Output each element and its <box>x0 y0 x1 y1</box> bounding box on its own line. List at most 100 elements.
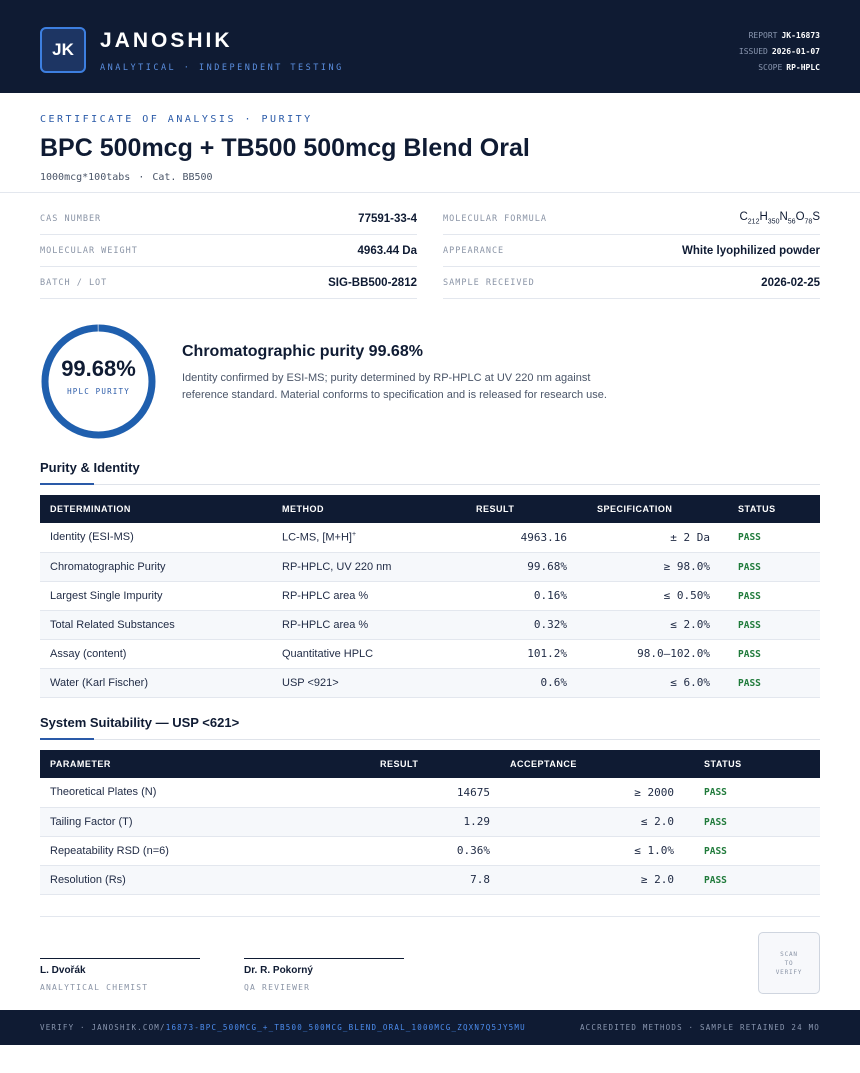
product-subline: 1000mcg*100tabs · Cat. BB500 <box>40 172 213 183</box>
meta-value: 4963.44 Da <box>357 244 417 257</box>
result-cell: 101.2% <box>462 639 577 669</box>
spec-cell: ≤ 6.0% <box>577 668 720 698</box>
column-header: SPECIFICATION <box>597 504 673 514</box>
result-cell: 14675 <box>370 778 500 808</box>
status-cell: PASS <box>720 523 820 553</box>
result-cell: 0.16% <box>462 581 577 611</box>
section-accent <box>40 738 94 740</box>
verify-qr-placeholder[interactable]: SCAN TO VERIFY <box>758 932 820 994</box>
report-label: REPORT <box>748 31 778 40</box>
pass-badge: PASS <box>704 787 727 799</box>
report-footer: VERIFY · JANOSHIK.COM/16873-BPC_500MCG_+… <box>0 1010 860 1045</box>
verify-prefix: VERIFY · JANOSHIK.COM/ <box>40 1023 166 1032</box>
status-cell: PASS <box>684 836 820 866</box>
footer-note: ACCREDITED METHODS · SAMPLE RETAINED 24 … <box>579 1023 820 1032</box>
meta-appearance: APPEARANCE White lyophilized powder <box>443 235 820 267</box>
table-row: Assay (content) Quantitative HPLC 101.2%… <box>40 639 820 669</box>
parameter-cell: Tailing Factor (T) <box>40 807 370 837</box>
signature-name: Dr. R. Pokorný <box>244 965 313 976</box>
meta-label: APPEARANCE <box>443 245 505 256</box>
result-cell: 4963.16 <box>462 523 577 553</box>
pass-badge: PASS <box>738 619 761 631</box>
pass-badge: PASS <box>738 677 761 689</box>
table-row: Repeatability RSD (n=6) 0.36% ≤ 1.0% PAS… <box>40 836 820 866</box>
spec-cell: ± 2 Da <box>577 523 720 553</box>
status-cell: PASS <box>720 639 820 669</box>
section-title-suitability: System Suitability — USP <621> <box>40 715 240 730</box>
column-header: METHOD <box>282 504 324 514</box>
section-rule <box>40 739 820 740</box>
brand-name: JANOSHIK <box>100 29 233 52</box>
brand-tagline: ANALYTICAL · INDEPENDENT TESTING <box>100 63 344 73</box>
meta-value: 2026-02-25 <box>761 276 820 289</box>
method-cell: RP-HPLC, UV 220 nm <box>272 552 462 582</box>
issued-label: ISSUED <box>738 47 768 56</box>
meta-label: BATCH / LOT <box>40 277 108 288</box>
report-number: JK-16873 <box>781 31 820 40</box>
result-cell: 1.29 <box>370 807 500 837</box>
column-header: ACCEPTANCE <box>510 759 577 769</box>
method-cell: RP-HPLC area % <box>272 581 462 611</box>
section-rule <box>40 484 820 485</box>
status-cell: PASS <box>684 865 820 895</box>
table-row: Tailing Factor (T) 1.29 ≤ 2.0 PASS <box>40 807 820 837</box>
table-header-row: PARAMETER RESULT ACCEPTANCE STATUS <box>40 750 820 778</box>
purity-percent: 99.68% <box>61 356 136 381</box>
determination-cell: Identity (ESI-MS) <box>40 523 272 553</box>
spec-cell: ≥ 98.0% <box>577 552 720 582</box>
spec-cell: 98.0–102.0% <box>577 639 720 669</box>
section-accent <box>40 483 94 485</box>
qr-text: SCAN <box>780 950 798 958</box>
signature-role: ANALYTICAL CHEMIST <box>40 983 149 992</box>
parameter-cell: Resolution (Rs) <box>40 865 370 895</box>
column-header: PARAMETER <box>50 759 111 769</box>
purity-ring-label: HPLC PURITY <box>67 387 130 396</box>
status-cell: PASS <box>684 778 820 808</box>
status-cell: PASS <box>720 581 820 611</box>
summary-title: Chromatographic purity 99.68% <box>182 343 423 360</box>
meta-value: 77591-33-4 <box>358 212 417 225</box>
result-cell: 0.6% <box>462 668 577 698</box>
product-title: BPC 500mcg + TB500 500mcg Blend Oral <box>40 134 530 162</box>
status-cell: PASS <box>684 807 820 837</box>
verify-link[interactable]: 16873-BPC_500MCG_+_TB500_500MCG_BLEND_OR… <box>166 1023 526 1032</box>
meta-cas: CAS NUMBER 77591-33-4 <box>40 203 417 235</box>
determination-cell: Total Related Substances <box>40 610 272 640</box>
pass-badge: PASS <box>738 532 761 544</box>
determination-cell: Water (Karl Fischer) <box>40 668 272 698</box>
status-cell: PASS <box>720 552 820 582</box>
pass-badge: PASS <box>738 590 761 602</box>
acceptance-cell: ≤ 1.0% <box>500 836 684 866</box>
meta-value: White lyophilized powder <box>682 244 820 257</box>
pass-badge: PASS <box>704 874 727 886</box>
spec-cell: ≤ 0.50% <box>577 581 720 611</box>
method-cell: USP <921> <box>272 668 462 698</box>
meta-label: MOLECULAR FORMULA <box>443 213 547 224</box>
parameter-cell: Repeatability RSD (n=6) <box>40 836 370 866</box>
document-eyebrow: CERTIFICATE OF ANALYSIS · PURITY <box>40 114 313 125</box>
meta-received: SAMPLE RECEIVED 2026-02-25 <box>443 267 820 299</box>
acceptance-cell: ≤ 2.0 <box>500 807 684 837</box>
method-cell: Quantitative HPLC <box>272 639 462 669</box>
determination-cell: Largest Single Impurity <box>40 581 272 611</box>
signature-line <box>40 958 200 959</box>
method-cell: RP-HPLC area % <box>272 610 462 640</box>
issued-date: 2026-01-07 <box>771 47 820 56</box>
table-row: Water (Karl Fischer) USP <921> 0.6% ≤ 6.… <box>40 668 820 698</box>
divider <box>40 916 820 917</box>
meta-batch: BATCH / LOT SIG-BB500-2812 <box>40 267 417 299</box>
table-row: Theoretical Plates (N) 14675 ≥ 2000 PASS <box>40 778 820 808</box>
table-row: Total Related Substances RP-HPLC area % … <box>40 610 820 640</box>
signature-line <box>244 958 404 959</box>
section-title-purity: Purity & Identity <box>40 460 140 475</box>
acceptance-cell: ≥ 2000 <box>500 778 684 808</box>
summary-text: Identity confirmed by ESI-MS; purity det… <box>182 372 607 401</box>
signature-name: L. Dvořák <box>40 965 86 976</box>
method-cell: LC-MS, [M+H]+ <box>272 523 462 553</box>
column-header: DETERMINATION <box>50 504 131 514</box>
report-header: JK JANOSHIK ANALYTICAL · INDEPENDENT TES… <box>0 0 860 93</box>
purity-table: DETERMINATION METHOD RESULT SPECIFICATIO… <box>40 495 820 698</box>
meta-label: CAS NUMBER <box>40 213 102 224</box>
result-cell: 0.36% <box>370 836 500 866</box>
meta-label: MOLECULAR WEIGHT <box>40 245 138 256</box>
